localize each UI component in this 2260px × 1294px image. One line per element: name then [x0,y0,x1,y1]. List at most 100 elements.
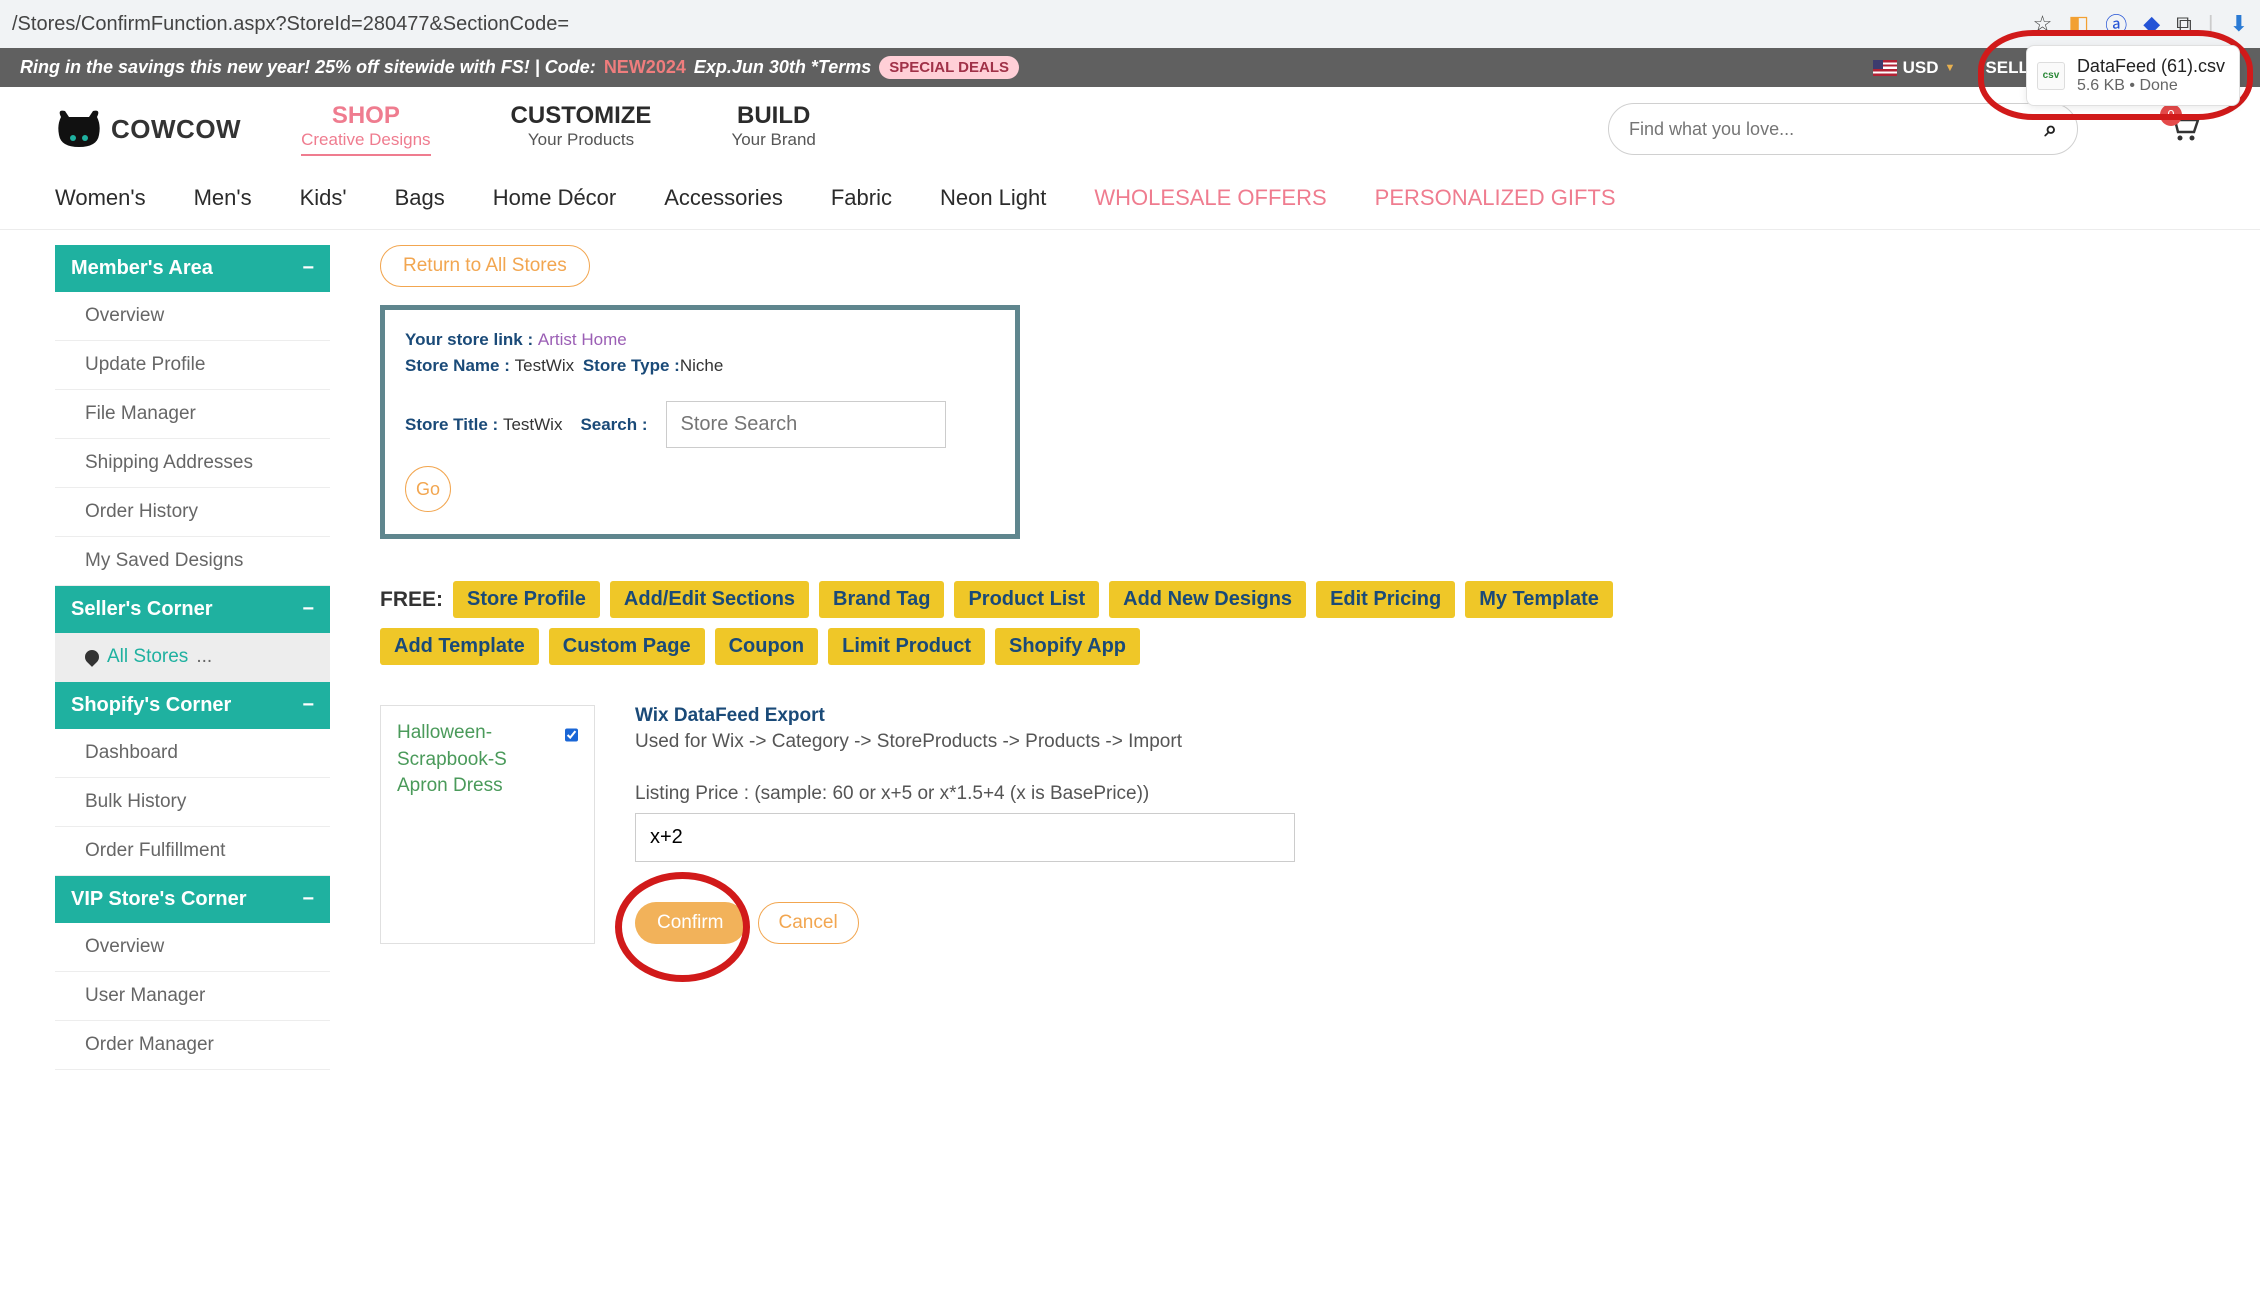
nav-kids[interactable]: Kids' [300,185,347,211]
extensions-icon[interactable]: ⧉ [2176,11,2192,37]
search-input[interactable] [1629,119,2045,140]
nav-sell[interactable]: SELL [1985,58,2028,78]
currency-selector[interactable]: USD ▼ [1873,58,1956,78]
store-type-label: Store Type : [583,356,680,375]
store-link-value[interactable]: Artist Home [538,330,627,349]
sidebar-item-vip-overview[interactable]: Overview [55,923,330,972]
product-select-card: Halloween-Scrapbook-S Apron Dress [380,705,595,944]
go-button[interactable]: Go [405,466,451,512]
sidebar-item-update-profile[interactable]: Update Profile [55,341,330,390]
export-desc: Used for Wix -> Category -> StoreProduct… [635,731,1295,753]
nav-neon-light[interactable]: Neon Light [940,185,1046,211]
tab-build[interactable]: BUILD Your Brand [731,102,815,156]
btn-add-new-designs[interactable]: Add New Designs [1109,581,1306,618]
sidebar-item-shipping[interactable]: Shipping Addresses [55,439,330,488]
currency-label: USD [1903,58,1939,78]
store-title-value: TestWix [503,415,563,434]
marker-icon [82,647,102,667]
listing-price-input[interactable] [635,813,1295,862]
sidebar-item-saved-designs[interactable]: My Saved Designs [55,537,330,586]
logo-text: COWCOW [111,114,241,145]
promo-bar: Ring in the savings this new year! 25% o… [0,48,2260,87]
store-search-input[interactable] [666,401,946,448]
sidebar-head-member[interactable]: Member's Area− [55,245,330,292]
nav-home-decor[interactable]: Home Décor [493,185,616,211]
logo[interactable]: COWCOW [55,107,241,151]
nav-womens[interactable]: Women's [55,185,146,211]
special-deals-badge[interactable]: SPECIAL DEALS [879,56,1019,79]
sidebar-item-dashboard[interactable]: Dashboard [55,729,330,778]
price-label: Listing Price : (sample: 60 or x+5 or x*… [635,783,1295,805]
flag-icon [1873,60,1897,76]
ext-icon-1[interactable]: ◧ [2068,11,2089,37]
sidebar-head-seller[interactable]: Seller's Corner − [55,586,330,633]
main-content: Return to All Stores Your store link : A… [330,245,2260,1070]
download-notification[interactable]: csv DataFeed (61).csv 5.6 KB • Done [2026,45,2240,106]
sidebar-head-label: Shopify's Corner [71,694,231,717]
sidebar-head-shopify[interactable]: Shopify's Corner− [55,682,330,729]
confirm-button[interactable]: Confirm [635,902,746,944]
btn-limit-product[interactable]: Limit Product [828,628,985,665]
btn-shopify-app[interactable]: Shopify App [995,628,1140,665]
star-icon[interactable]: ☆ [2033,11,2053,37]
sidebar-head-vip[interactable]: VIP Store's Corner− [55,876,330,923]
promo-text: Ring in the savings this new year! 25% o… [20,57,596,78]
btn-store-profile[interactable]: Store Profile [453,581,600,618]
chevron-down-icon: ▼ [1945,62,1956,74]
product-name: Halloween-Scrapbook-S Apron Dress [397,720,557,929]
download-status: 5.6 KB • Done [2077,77,2225,95]
btn-edit-pricing[interactable]: Edit Pricing [1316,581,1455,618]
return-all-stores-button[interactable]: Return to All Stores [380,245,590,287]
export-title: Wix DataFeed Export [635,705,1295,727]
sidebar-item-overview[interactable]: Overview [55,292,330,341]
sidebar-item-bulk-history[interactable]: Bulk History [55,778,330,827]
collapse-icon: − [302,598,314,621]
btn-brand-tag[interactable]: Brand Tag [819,581,944,618]
cancel-button[interactable]: Cancel [758,902,859,944]
btn-custom-page[interactable]: Custom Page [549,628,705,665]
cart-button[interactable]: 0 [2168,112,2200,147]
logo-icon [55,107,103,151]
btn-product-list[interactable]: Product List [954,581,1099,618]
divider: | [2208,11,2214,37]
store-type-value: Niche [680,356,723,375]
site-header: COWCOW SHOP Creative Designs CUSTOMIZE Y… [0,87,2260,171]
sidebar-item-order-fulfillment[interactable]: Order Fulfillment [55,827,330,876]
nav-mens[interactable]: Men's [194,185,252,211]
sidebar-head-label: Seller's Corner [71,598,212,621]
btn-add-edit-sections[interactable]: Add/Edit Sections [610,581,809,618]
download-filename: DataFeed (61).csv [2077,56,2225,77]
collapse-icon: − [302,888,314,911]
tab-title: BUILD [731,102,815,130]
ext-icon-3[interactable]: ◆ [2143,11,2160,37]
sidebar-item-order-history[interactable]: Order History [55,488,330,537]
category-nav: Women's Men's Kids' Bags Home Décor Acce… [0,171,2260,230]
store-name-value: TestWix [515,356,575,375]
tab-subtitle: Your Brand [731,130,815,150]
site-search[interactable]: ⌕ [1608,103,2078,155]
sidebar-item-file-manager[interactable]: File Manager [55,390,330,439]
ext-icon-2[interactable]: ⓐ [2105,8,2127,40]
tab-subtitle: Your Products [511,130,652,150]
sidebar-item-order-manager[interactable]: Order Manager [55,1021,330,1070]
promo-exp: Exp.Jun 30th *Terms [694,57,871,78]
nav-fabric[interactable]: Fabric [831,185,892,211]
store-name-label: Store Name : [405,356,510,375]
btn-coupon[interactable]: Coupon [715,628,819,665]
tab-customize[interactable]: CUSTOMIZE Your Products [511,102,652,156]
sidebar: Member's Area− Overview Update Profile F… [55,245,330,1070]
btn-add-template[interactable]: Add Template [380,628,539,665]
tab-shop[interactable]: SHOP Creative Designs [301,102,430,156]
product-checkbox[interactable] [565,726,578,744]
download-icon[interactable]: ⬇ [2230,11,2248,37]
nav-bags[interactable]: Bags [395,185,445,211]
store-link-label: Your store link : [405,330,533,349]
sidebar-item-all-stores[interactable]: All Stores ... [55,633,330,682]
nav-wholesale[interactable]: WHOLESALE OFFERS [1094,185,1326,211]
store-info-panel: Your store link : Artist Home Store Name… [380,305,1020,539]
search-icon[interactable]: ⌕ [2045,116,2057,142]
nav-accessories[interactable]: Accessories [664,185,783,211]
nav-personalized[interactable]: PERSONALIZED GIFTS [1375,185,1616,211]
sidebar-item-user-manager[interactable]: User Manager [55,972,330,1021]
btn-my-template[interactable]: My Template [1465,581,1613,618]
